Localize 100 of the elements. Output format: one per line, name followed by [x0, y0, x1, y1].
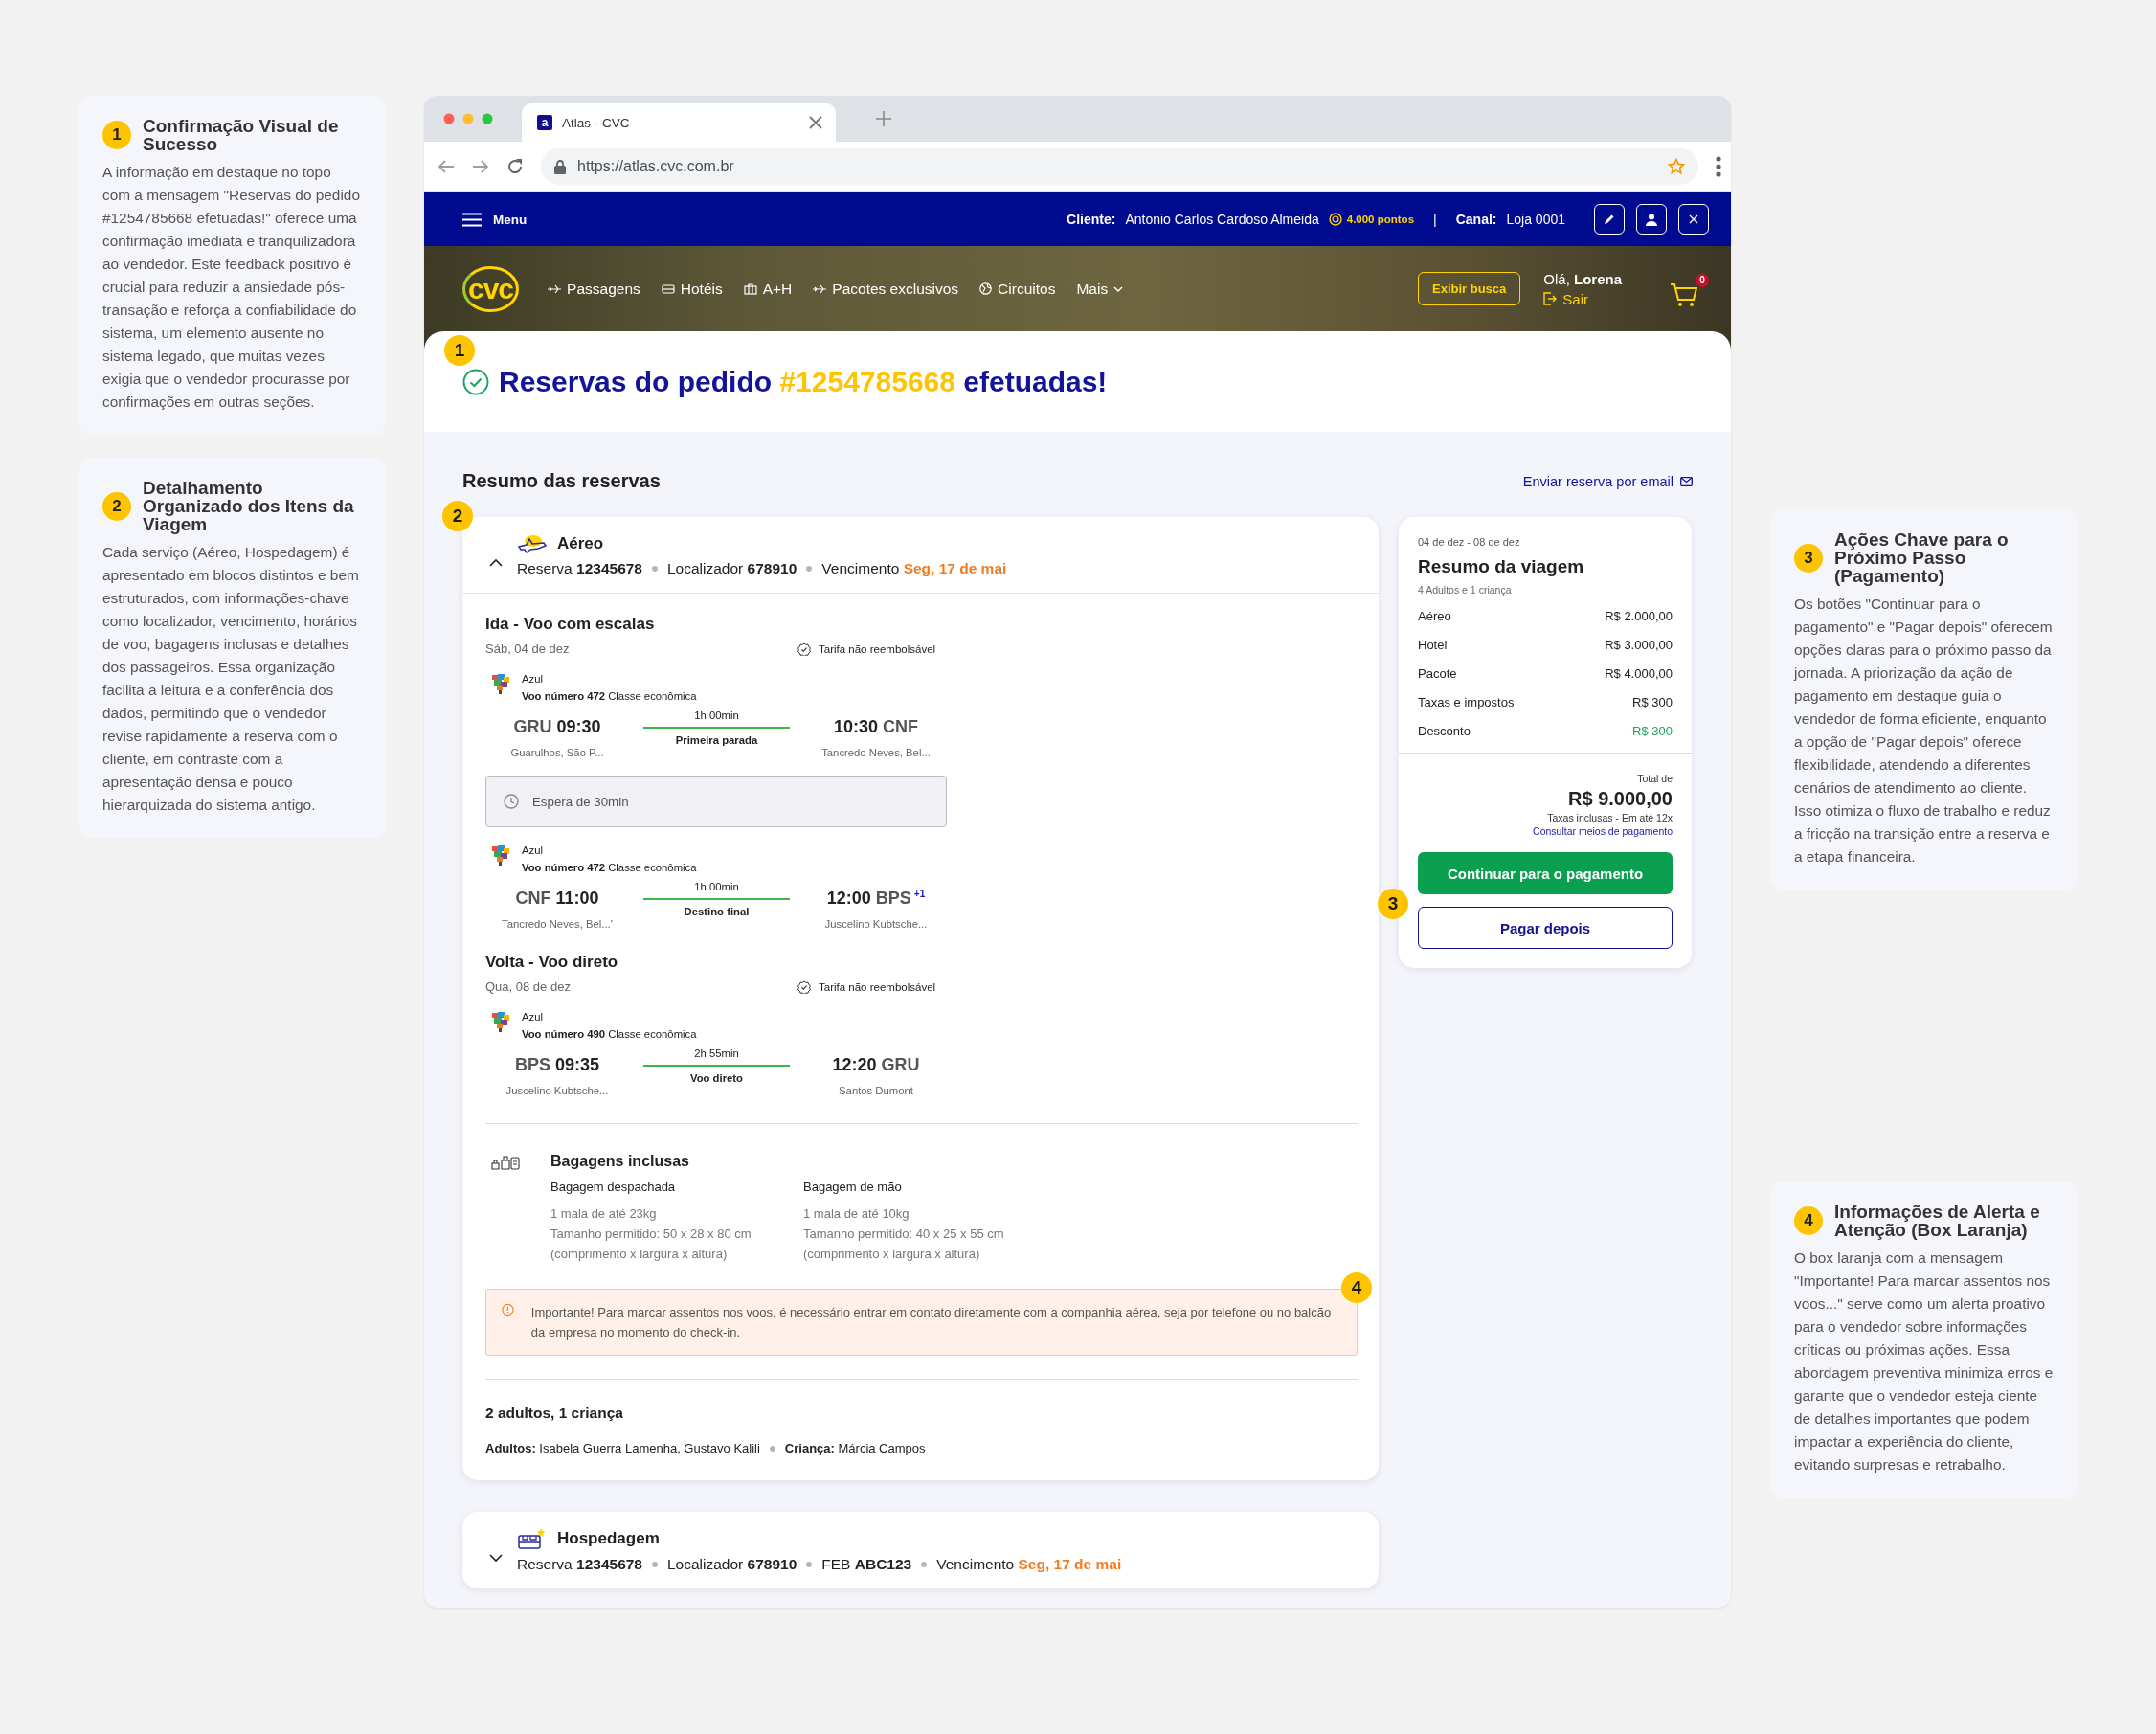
expand-button[interactable] — [489, 1552, 503, 1564]
browser-tab[interactable]: a Atlas - CVC — [522, 103, 836, 142]
close-icon — [1689, 214, 1698, 224]
flight-duration: 1h 00min — [693, 881, 740, 892]
edit-button[interactable] — [1594, 204, 1625, 235]
booking-detail: Reserva 12345678 — [517, 1556, 642, 1573]
seal-check-icon — [797, 642, 811, 656]
seal-check-icon — [797, 980, 811, 994]
summary-title: Resumo da viagem — [1418, 556, 1585, 577]
separator-dot — [806, 1562, 813, 1567]
nav-link[interactable]: Hotéis — [661, 280, 723, 298]
nav-dropdown[interactable]: Mais — [1076, 280, 1124, 298]
leg-title: Volta - Voo direto — [485, 952, 619, 973]
separator-dot — [806, 565, 813, 572]
forward-icon[interactable] — [472, 159, 489, 174]
airline-name: Azul — [522, 1011, 544, 1023]
price-label: Hotel — [1418, 638, 1448, 653]
search-toggle-button[interactable]: Exibir busca — [1418, 272, 1521, 305]
total-price: R$ 9.000,00 — [1568, 788, 1673, 810]
envelope-icon — [1680, 476, 1693, 486]
price-value: R$ 2.000,00 — [1605, 609, 1673, 624]
airline-logo-icon — [489, 671, 512, 696]
nav-link[interactable]: Pacotes exclusivos — [813, 280, 959, 298]
booking-detail: Localizador 678910 — [667, 1556, 797, 1573]
pay-later-button[interactable]: Pagar depois — [1418, 907, 1673, 949]
stop-label: Voo direto — [689, 1072, 744, 1084]
price-value: R$ 4.000,00 — [1605, 666, 1673, 682]
flight-info: Voo número 472 Classe econômica — [522, 862, 697, 873]
payment-methods-link[interactable]: Consultar meios de pagamento — [1533, 825, 1673, 837]
booking-detail: FEB ABC123 — [821, 1556, 912, 1573]
globe-icon — [979, 282, 993, 295]
booking-title: Hospedagem — [557, 1529, 660, 1548]
installments-text: Taxas inclusas - Em até 12x — [1547, 812, 1673, 823]
menu-button[interactable]: Menu — [462, 212, 528, 227]
booking-detail: Vencimento Seg, 17 de mai — [936, 1556, 1122, 1573]
collapse-button[interactable] — [489, 556, 503, 569]
profile-button[interactable] — [1636, 204, 1667, 235]
separator-dot — [921, 1562, 928, 1567]
star-icon[interactable] — [1668, 158, 1685, 175]
close-button[interactable] — [1678, 204, 1709, 235]
total-label: Total de — [1637, 773, 1673, 784]
arrival-time: 12:00 BPS $^{+1}$ — [826, 889, 926, 909]
note-title: Informações de Alerta e Atenção (Box Laranja) — [1834, 1203, 2041, 1239]
passenger-names: Criança: Márcia Campos — [784, 1441, 926, 1455]
plane-icon — [813, 283, 827, 294]
airport-name: Guarulhos, São P... — [510, 747, 604, 758]
passenger-names: Adultos: Isabela Guerra Lamenha, Gustavo Kalili — [485, 1441, 760, 1455]
baggage-type: Bagagem de mão — [803, 1180, 903, 1194]
reload-icon[interactable] — [506, 158, 524, 175]
note-text: Cada serviço (Aéreo, Hospedagem) é apresentado em blocos distintos e bem estruturados, com informações-chave como localizador, vencimento, horários de voo, bagagens inclusas e detalhes dos passageiros. Essa organização facilita a leitura e a conferência dos dados, permitindo que o vendedor revise rapidamente a reserva com o cliente, em contraste com a apresentação densa e pouco hierarquizada do sistema antigo. — [102, 543, 360, 815]
url-field[interactable]: https://atlas.cvc.com.br — [541, 148, 1698, 185]
greeting: Olá, Lorena — [1543, 270, 1622, 287]
arrival-time: 12:20 GRU — [832, 1055, 920, 1075]
client-label: Cliente: — [1067, 212, 1116, 227]
booking-title: Aéreo — [557, 533, 604, 553]
coin-icon — [1328, 213, 1342, 226]
plane-icon — [517, 532, 548, 554]
separator: | — [1433, 212, 1437, 227]
arrival-time: 10:30 CNF — [833, 717, 919, 737]
back-icon[interactable] — [438, 159, 455, 174]
trip-dates: 04 de dez - 08 de dez — [1418, 536, 1521, 548]
note-title: Detalhamento Organizado dos Itens da Viagem — [143, 479, 355, 533]
airline-name: Azul — [522, 844, 544, 856]
step-marker: 2 — [102, 491, 131, 521]
bed-icon — [661, 283, 675, 294]
departure-time: BPS 09:35 — [514, 1055, 600, 1075]
step-marker: 3 — [1378, 889, 1408, 919]
leg-date: Qua, 08 de dez — [485, 980, 571, 994]
step-marker: 4 — [1794, 1206, 1823, 1235]
fare-type: Tarifa não reembolsável — [819, 980, 936, 993]
baggage-detail: 1 mala de até 23kg — [550, 1205, 658, 1223]
departure-time: GRU 09:30 — [513, 717, 601, 737]
separator-dot — [652, 1562, 658, 1567]
email-link[interactable]: Enviar reserva por email — [1522, 473, 1693, 489]
nav-link[interactable]: Passagens — [548, 280, 640, 298]
alert-text: Importante! Para marcar assentos nos voos, é necessário entrar em contato diretamente com a companhia aérea, seja por telefone ou no balcão da empresa no momento do check-in. — [530, 1304, 1333, 1341]
baggage-detail: (comprimento x largura x altura) — [550, 1246, 729, 1263]
price-label: Pacote — [1418, 666, 1457, 682]
step-marker: 3 — [1794, 543, 1823, 573]
chevron-icon — [489, 1552, 503, 1564]
clock-icon — [504, 794, 519, 809]
close-icon[interactable] — [809, 116, 822, 129]
baggage-detail: (comprimento x largura x altura) — [803, 1246, 981, 1263]
pencil-icon — [1604, 214, 1615, 225]
suitcase-icon — [743, 282, 757, 295]
logout-link[interactable]: Sair — [1543, 290, 1622, 307]
cart-count-badge: 0 — [1696, 273, 1709, 287]
more-icon[interactable] — [1716, 156, 1721, 177]
logo[interactable]: cvc — [462, 265, 520, 312]
baggage-title: Bagagens inclusas — [550, 1153, 690, 1170]
airport-name: Juscelino Kubtsche... — [505, 1085, 609, 1096]
airport-name: Tancredo Neves, Bel... — [821, 747, 931, 758]
step-marker: 1 — [102, 121, 131, 149]
points-label: 4.000 pontos — [1328, 213, 1415, 226]
nav-link[interactable]: A+H — [743, 280, 793, 298]
baggage-type: Bagagem despachada — [550, 1180, 677, 1194]
airport-name: Santos Dumont — [839, 1085, 913, 1096]
leg-date: Sáb, 04 de dez — [485, 642, 570, 656]
nav-link[interactable]: Circuitos — [979, 280, 1056, 298]
flight-duration: 1h 00min — [693, 709, 740, 721]
